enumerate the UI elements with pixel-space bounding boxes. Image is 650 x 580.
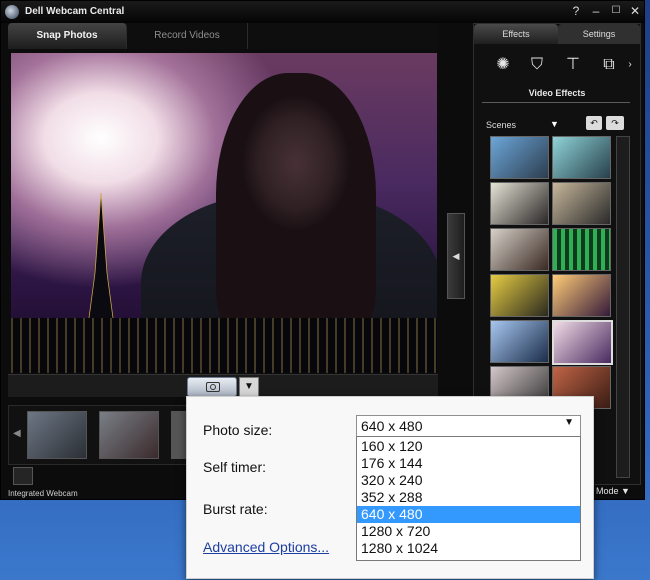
subject-face	[216, 73, 376, 343]
tab-effects[interactable]: Effects	[474, 24, 558, 44]
chevron-down-icon[interactable]: ▼	[550, 119, 559, 129]
tab-settings[interactable]: Settings	[558, 24, 640, 44]
photo-size-option[interactable]: 1280 x 720	[357, 523, 580, 540]
photo-size-value: 640 x 480	[361, 418, 423, 434]
advanced-options-link[interactable]: Advanced Options...	[203, 539, 329, 555]
app-logo-icon	[5, 5, 19, 19]
effect-tile[interactable]	[490, 320, 549, 363]
effect-tile[interactable]	[552, 228, 611, 271]
maximize-icon[interactable]: ☐	[609, 4, 623, 18]
effect-tile[interactable]	[490, 228, 549, 271]
chevron-down-icon[interactable]: ▼	[564, 417, 574, 428]
video-effects-label: Video Effects	[528, 88, 586, 98]
section-divider	[482, 102, 630, 103]
captured-thumbnail-strip: ◀	[8, 405, 190, 465]
photo-size-select[interactable]: 640 x 480 ▼	[356, 415, 581, 437]
effect-tile[interactable]	[552, 136, 611, 179]
camera-icon	[206, 382, 220, 392]
collapse-panel-button[interactable]: ◀	[447, 213, 465, 299]
gallery-icon[interactable]	[13, 467, 33, 485]
photo-size-label: Photo size:	[203, 422, 273, 438]
presentation-board-icon[interactable]: ⊤	[560, 52, 586, 78]
chevron-left-icon[interactable]: ◀	[13, 428, 21, 439]
capture-mode-tabs: Snap Photos Record Videos	[8, 23, 438, 49]
chevron-right-icon[interactable]: ›	[624, 52, 636, 78]
effect-tile[interactable]	[490, 136, 549, 179]
photo-size-option[interactable]: 176 x 144	[357, 455, 580, 472]
effect-tile[interactable]	[552, 182, 611, 225]
effects-film-icon[interactable]: ✺	[490, 52, 516, 78]
mode-label: Mode	[596, 486, 619, 496]
tab-record-videos[interactable]: Record Videos	[127, 23, 248, 49]
thumbnail[interactable]	[27, 411, 87, 459]
help-icon[interactable]: ?	[569, 4, 583, 18]
tab-snap-photos[interactable]: Snap Photos	[8, 23, 127, 49]
effects-scrollbar[interactable]	[616, 136, 630, 478]
mode-selector[interactable]: Mode ▼	[596, 486, 630, 496]
photo-size-option[interactable]: 160 x 120	[357, 438, 580, 455]
effect-tile[interactable]	[490, 182, 549, 225]
window-title: Dell Webcam Central	[25, 6, 125, 17]
close-icon[interactable]: ✕	[628, 4, 642, 18]
reset-button[interactable]: ↷	[606, 116, 624, 130]
frames-icon[interactable]: ⧉	[596, 52, 622, 78]
thumbnail[interactable]	[99, 411, 159, 459]
title-bar: Dell Webcam Central ? – ☐ ✕	[1, 1, 644, 23]
photo-size-option[interactable]: 320 x 240	[357, 472, 580, 489]
effect-tile-selected[interactable]	[552, 320, 613, 365]
camera-name: Integrated Webcam	[8, 489, 78, 498]
capture-settings-popup: Photo size: 640 x 480 ▼ Self timer: Burs…	[186, 396, 594, 579]
photo-size-option[interactable]: 1280 x 1024	[357, 540, 580, 557]
photo-size-options: 160 x 120 176 x 144 320 x 240 352 x 288 …	[356, 436, 581, 561]
undo-button[interactable]: ↶	[586, 116, 602, 130]
avatar-mask-icon[interactable]: ⛉	[524, 52, 550, 78]
capture-photo-button[interactable]	[187, 377, 237, 397]
minimize-icon[interactable]: –	[589, 4, 603, 18]
self-timer-label: Self timer:	[203, 459, 267, 475]
effects-category-select[interactable]: Scenes	[486, 120, 516, 130]
photo-size-option-selected[interactable]: 640 x 480	[357, 506, 580, 523]
effect-tile[interactable]	[552, 274, 611, 317]
capture-options-toggle[interactable]: ▼	[239, 377, 259, 397]
photo-size-option[interactable]: 352 x 288	[357, 489, 580, 506]
effect-tile[interactable]	[490, 274, 549, 317]
camera-preview	[11, 53, 437, 373]
city-lights	[11, 318, 437, 373]
burst-rate-label: Burst rate:	[203, 501, 268, 517]
